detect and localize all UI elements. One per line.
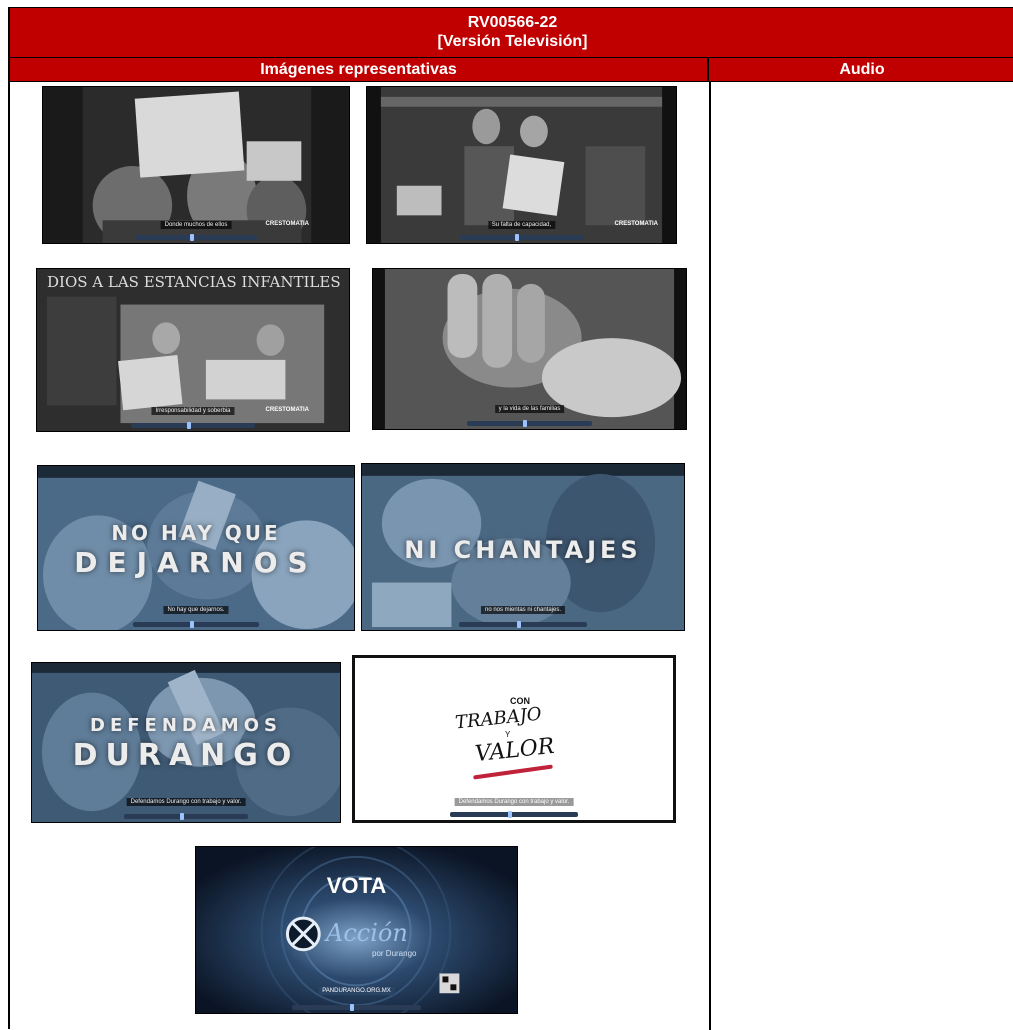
overlay-line-1: NO HAY QUE: [111, 521, 281, 545]
watermark: CRESTOMATIA: [265, 221, 309, 227]
column-header-images: Imágenes representativas: [10, 58, 709, 82]
player-controls: [292, 1004, 421, 1011]
logo-trabajo: TRABAJO: [454, 703, 543, 734]
overlay-line-1: NI CHANTAJES: [404, 536, 642, 564]
column-header-audio: Audio: [709, 58, 1013, 82]
subtitle: Su falta de capacidad,: [487, 221, 556, 229]
logo-brush-stroke: [473, 764, 553, 780]
subtitle: Defendamos Durango con trabajo y valor.: [126, 798, 246, 806]
overlay-line-1: DEFENDAMOS: [90, 715, 282, 736]
player-controls: [459, 234, 584, 241]
subtitle: No hay que dejarnos.: [163, 606, 229, 614]
logo-por-durango: por Durango: [372, 949, 417, 958]
frame-protest-signs: CRESTOMATIA Donde muchos de ellos: [42, 86, 350, 244]
subtitle: Irresponsabilidad y soberbia: [151, 407, 235, 415]
player-controls: [132, 621, 260, 628]
frame-vota-accion: VOTA Acción por Durango PANDURANGO.ORG.M…: [195, 846, 518, 1014]
website-text: PANDURANGO.ORG.MX: [318, 987, 395, 995]
column-divider: [709, 82, 711, 1030]
frame-mother-child: CRESTOMATIA Su falta de capacidad,: [366, 86, 677, 244]
watermark: CRESTOMATIA: [614, 221, 658, 227]
player-controls: [134, 234, 258, 241]
player-controls: [450, 811, 578, 818]
subtitle: Donde muchos de ellos: [160, 221, 232, 229]
player-controls: [458, 621, 588, 628]
logo-valor: VALOR: [473, 733, 556, 768]
frame-no-hay-que-dejarnos: NO HAY QUE DEJARNOS No hay que dejarnos.: [37, 465, 355, 631]
frame-ni-chantajes: NI CHANTAJES no nos mientas ni chantajes…: [361, 463, 685, 631]
subtitle: y la vida de las familias: [494, 405, 565, 413]
frame-con-trabajo-y-valor: CON TRABAJO Y VALOR Defendamos Durango c…: [352, 655, 676, 823]
spot-version: [Versión Televisión]: [437, 33, 588, 50]
frame-defendamos-durango: DEFENDAMOS DURANGO Defendamos Durango co…: [31, 662, 341, 823]
player-controls: [124, 813, 248, 820]
table-title: RV00566-22 [Versión Televisión]: [10, 8, 1013, 58]
player-controls: [466, 420, 593, 427]
overlay-line-2: DURANGO: [72, 738, 300, 773]
subtitle: no nos mientas ni chantajes.: [480, 606, 566, 614]
frame-newspaper: DIOS A LAS ESTANCIAS INFANTILES CRESTOMA…: [36, 268, 350, 432]
frame-hands: y la vida de las familias: [372, 268, 687, 430]
spot-code: RV00566-22: [467, 14, 558, 31]
overlay-line-2: DEJARNOS: [74, 546, 318, 579]
vota-title: VOTA: [326, 873, 387, 898]
newspaper-headline: DIOS A LAS ESTANCIAS INFANTILES: [47, 273, 341, 291]
subtitle: Defendamos Durango con trabajo y valor.: [454, 798, 574, 806]
watermark: CRESTOMATIA: [265, 407, 309, 413]
player-controls: [130, 422, 256, 429]
logo-accion: Acción: [326, 919, 408, 947]
